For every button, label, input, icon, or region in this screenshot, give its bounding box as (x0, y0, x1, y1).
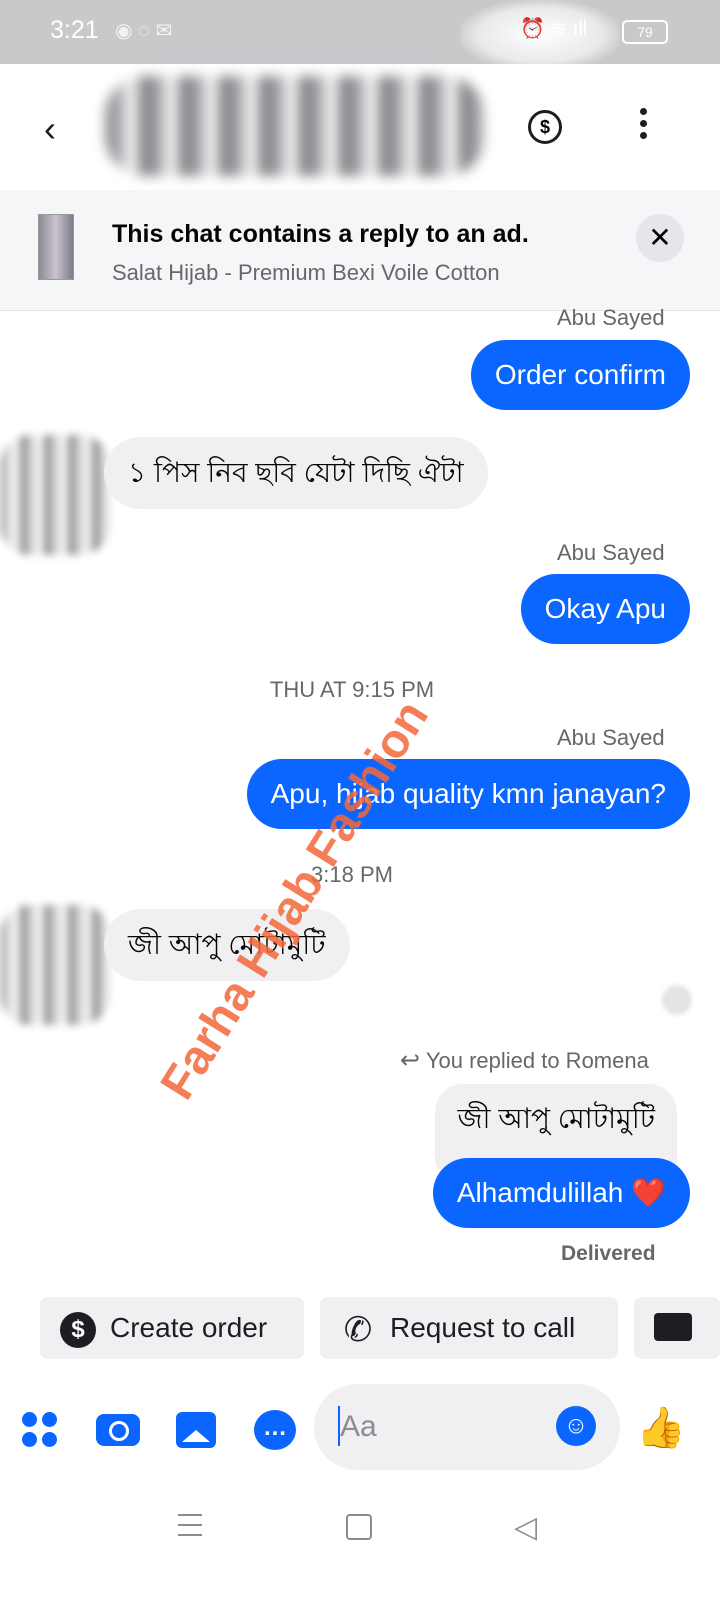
request-to-call-button[interactable]: ✆ Request to call (320, 1297, 618, 1359)
contact-card-icon (654, 1313, 692, 1341)
reply-note-text: You replied to Romena (425, 1048, 649, 1073)
close-icon[interactable]: ✕ (636, 214, 684, 262)
ad-banner-title: This chat contains a reply to an ad. (112, 220, 529, 248)
message-bubble-outgoing[interactable]: Order confirm (470, 340, 690, 410)
ad-reply-banner (0, 190, 720, 311)
request-to-call-label: Request to call (390, 1312, 576, 1343)
timestamp: 3:18 PM (311, 862, 393, 887)
create-order-button[interactable]: $ Create order (40, 1297, 304, 1359)
home-icon[interactable] (346, 1514, 372, 1540)
message-bubble-outgoing[interactable]: Alhamdulillah ❤️ (432, 1158, 690, 1228)
contact-card-button[interactable] (634, 1297, 720, 1359)
reply-arrow-icon: ↩ (400, 1047, 421, 1074)
like-icon[interactable]: 👍 (636, 1404, 686, 1451)
delivery-status: Delivered (561, 1242, 656, 1265)
gallery-icon[interactable] (176, 1412, 216, 1448)
chat-bubble-icon[interactable]: … (254, 1410, 296, 1450)
emoji-icon[interactable]: ☺ (556, 1406, 596, 1446)
timestamp: THU AT 9:15 PM (269, 677, 435, 702)
sender-name: Abu Sayed (557, 540, 665, 565)
recent-apps-icon[interactable] (178, 1514, 202, 1544)
message-bubble-incoming[interactable]: ১ পিস নিব ছবি যেটা দিছি ঐটা (104, 437, 488, 509)
payment-icon[interactable]: $ (528, 110, 562, 144)
status-time: 3:21 (50, 16, 99, 44)
dollar-icon: $ (60, 1311, 96, 1348)
reply-note: ↩ You replied to Romena (400, 1046, 649, 1075)
camera-icon[interactable] (96, 1414, 140, 1446)
create-order-label: Create order (110, 1312, 268, 1343)
signal-icons: ⏰ ≋ ıll (520, 18, 588, 40)
avatar[interactable] (0, 435, 110, 555)
seen-avatar (662, 985, 692, 1015)
battery-icon: 79 (622, 20, 668, 44)
apps-grid-icon[interactable] (22, 1412, 58, 1448)
text-cursor (338, 1406, 340, 1446)
ad-thumbnail[interactable] (38, 214, 74, 280)
message-input[interactable] (338, 1406, 542, 1448)
system-nav-bar (0, 1490, 720, 1600)
phone-plus-icon: ✆ (343, 1310, 373, 1349)
watermark: Farha Hijab Fashion (150, 691, 439, 1109)
avatar[interactable] (0, 905, 110, 1025)
sender-name: Abu Sayed (557, 305, 665, 330)
more-options-icon[interactable] (640, 108, 650, 144)
nav-back-icon[interactable]: ◁ (514, 1510, 537, 1545)
ad-banner-subtitle: Salat Hijab - Premium Bexi Voile Cotton (112, 260, 500, 285)
message-bubble-outgoing[interactable]: Okay Apu (520, 574, 690, 644)
back-icon[interactable]: ‹ (44, 108, 56, 150)
notification-icons: ◉ ◌ ✉ (115, 20, 173, 42)
contact-name-blurred[interactable] (105, 76, 485, 176)
sender-name: Abu Sayed (557, 725, 665, 750)
